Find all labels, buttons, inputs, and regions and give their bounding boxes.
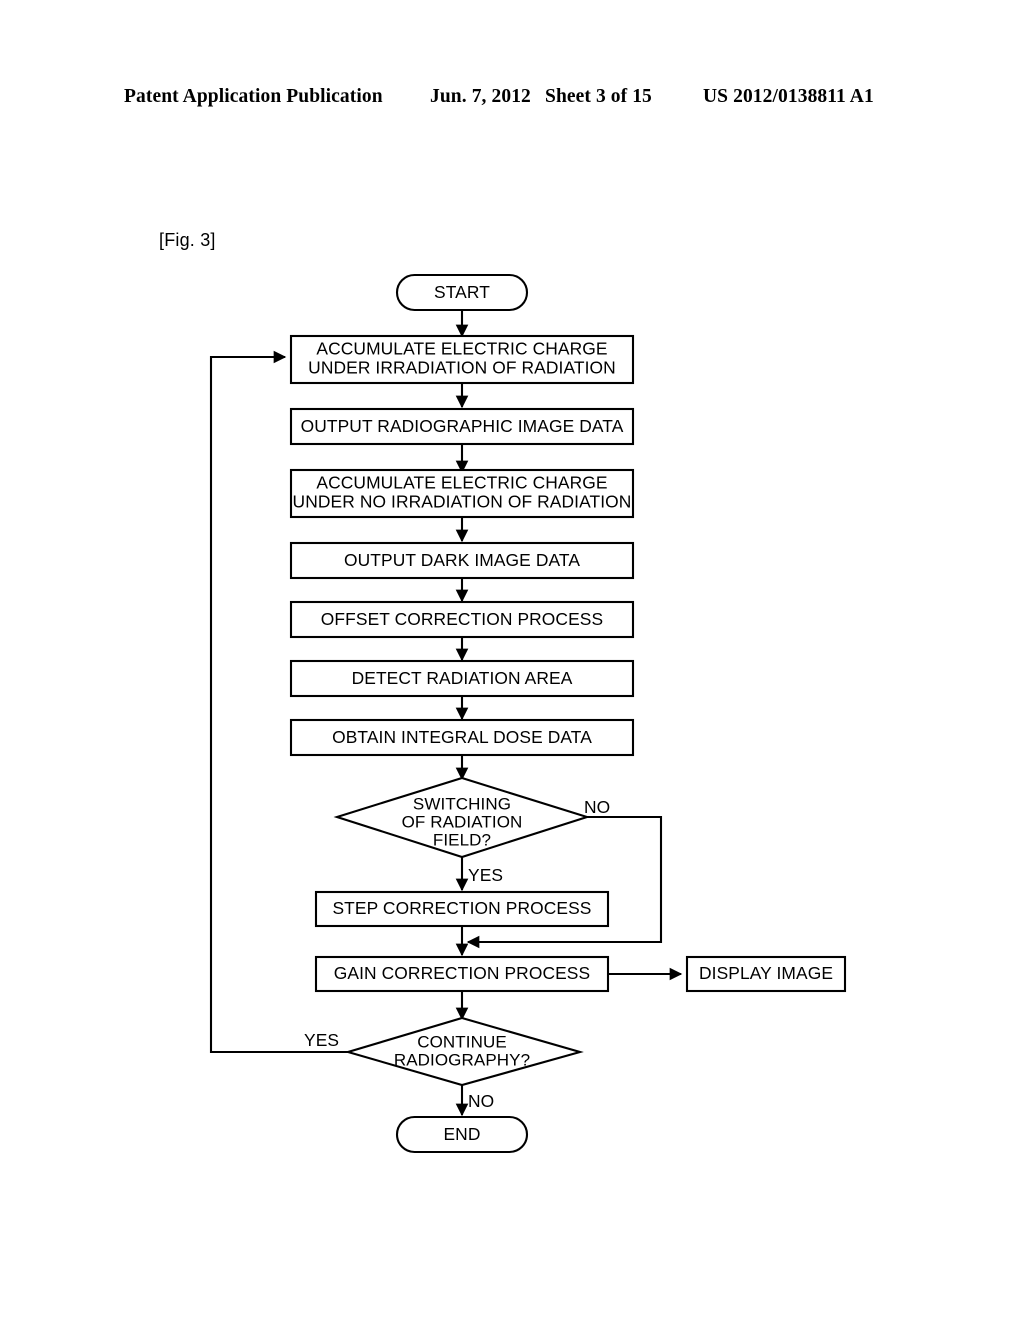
node-accumulate-no-irradiation: ACCUMULATE ELECTRIC CHARGE UNDER NO IRRA… <box>289 468 635 519</box>
node-switching-decision-line3: FIELD? <box>433 830 491 849</box>
node-output-dark-label: OUTPUT DARK IMAGE DATA <box>344 550 580 570</box>
node-end: END <box>395 1115 529 1154</box>
node-continue-decision-line2: RADIOGRAPHY? <box>394 1050 530 1069</box>
node-output-radiographic: OUTPUT RADIOGRAPHIC IMAGE DATA <box>289 407 635 446</box>
node-accumulate-irradiation-line2: UNDER IRRADIATION OF RADIATION <box>308 358 616 378</box>
node-step-correction: STEP CORRECTION PROCESS <box>314 890 610 928</box>
node-obtain-integral-dose: OBTAIN INTEGRAL DOSE DATA <box>289 718 635 757</box>
connector-continue-yes-feedback <box>209 350 348 1054</box>
node-gain-correction: GAIN CORRECTION PROCESS <box>314 955 610 993</box>
node-detect-radiation-area: DETECT RADIATION AREA <box>289 659 635 698</box>
node-start-label: START <box>434 282 490 302</box>
edge-label-continue-yes: YES <box>304 1030 339 1050</box>
edge-label-switching-no: NO <box>584 797 610 817</box>
node-offset-correction: OFFSET CORRECTION PROCESS <box>289 600 635 639</box>
node-continue-decision: CONTINUE RADIOGRAPHY? <box>344 1016 584 1087</box>
node-end-label: END <box>443 1124 480 1144</box>
node-detect-radiation-area-label: DETECT RADIATION AREA <box>352 668 573 688</box>
node-continue-decision-line1: CONTINUE <box>417 1032 507 1051</box>
node-display-image-label: DISPLAY IMAGE <box>699 963 833 983</box>
node-output-dark: OUTPUT DARK IMAGE DATA <box>289 541 635 580</box>
node-gain-correction-label: GAIN CORRECTION PROCESS <box>334 963 590 983</box>
node-output-radiographic-label: OUTPUT RADIOGRAPHIC IMAGE DATA <box>301 416 624 436</box>
node-display-image: DISPLAY IMAGE <box>685 955 847 993</box>
node-accumulate-irradiation: ACCUMULATE ELECTRIC CHARGE UNDER IRRADIA… <box>289 334 635 385</box>
node-switching-decision-line1: SWITCHING <box>413 794 511 813</box>
flowchart-diagram: START ACCUMULATE ELECTRIC CHARGE UNDER I… <box>0 0 1024 1320</box>
edge-label-continue-no: NO <box>468 1091 494 1111</box>
node-offset-correction-label: OFFSET CORRECTION PROCESS <box>321 609 603 629</box>
node-step-correction-label: STEP CORRECTION PROCESS <box>332 898 591 918</box>
edge-label-switching-yes: YES <box>468 865 503 885</box>
node-accumulate-no-irradiation-line2: UNDER NO IRRADIATION OF RADIATION <box>293 492 632 512</box>
node-switching-decision: SWITCHING OF RADIATION FIELD? <box>333 776 591 859</box>
node-start: START <box>395 273 529 312</box>
node-accumulate-no-irradiation-line1: ACCUMULATE ELECTRIC CHARGE <box>316 473 607 493</box>
node-accumulate-irradiation-line1: ACCUMULATE ELECTRIC CHARGE <box>316 339 607 359</box>
node-obtain-integral-dose-label: OBTAIN INTEGRAL DOSE DATA <box>332 727 592 747</box>
node-switching-decision-line2: OF RADIATION <box>402 812 523 831</box>
